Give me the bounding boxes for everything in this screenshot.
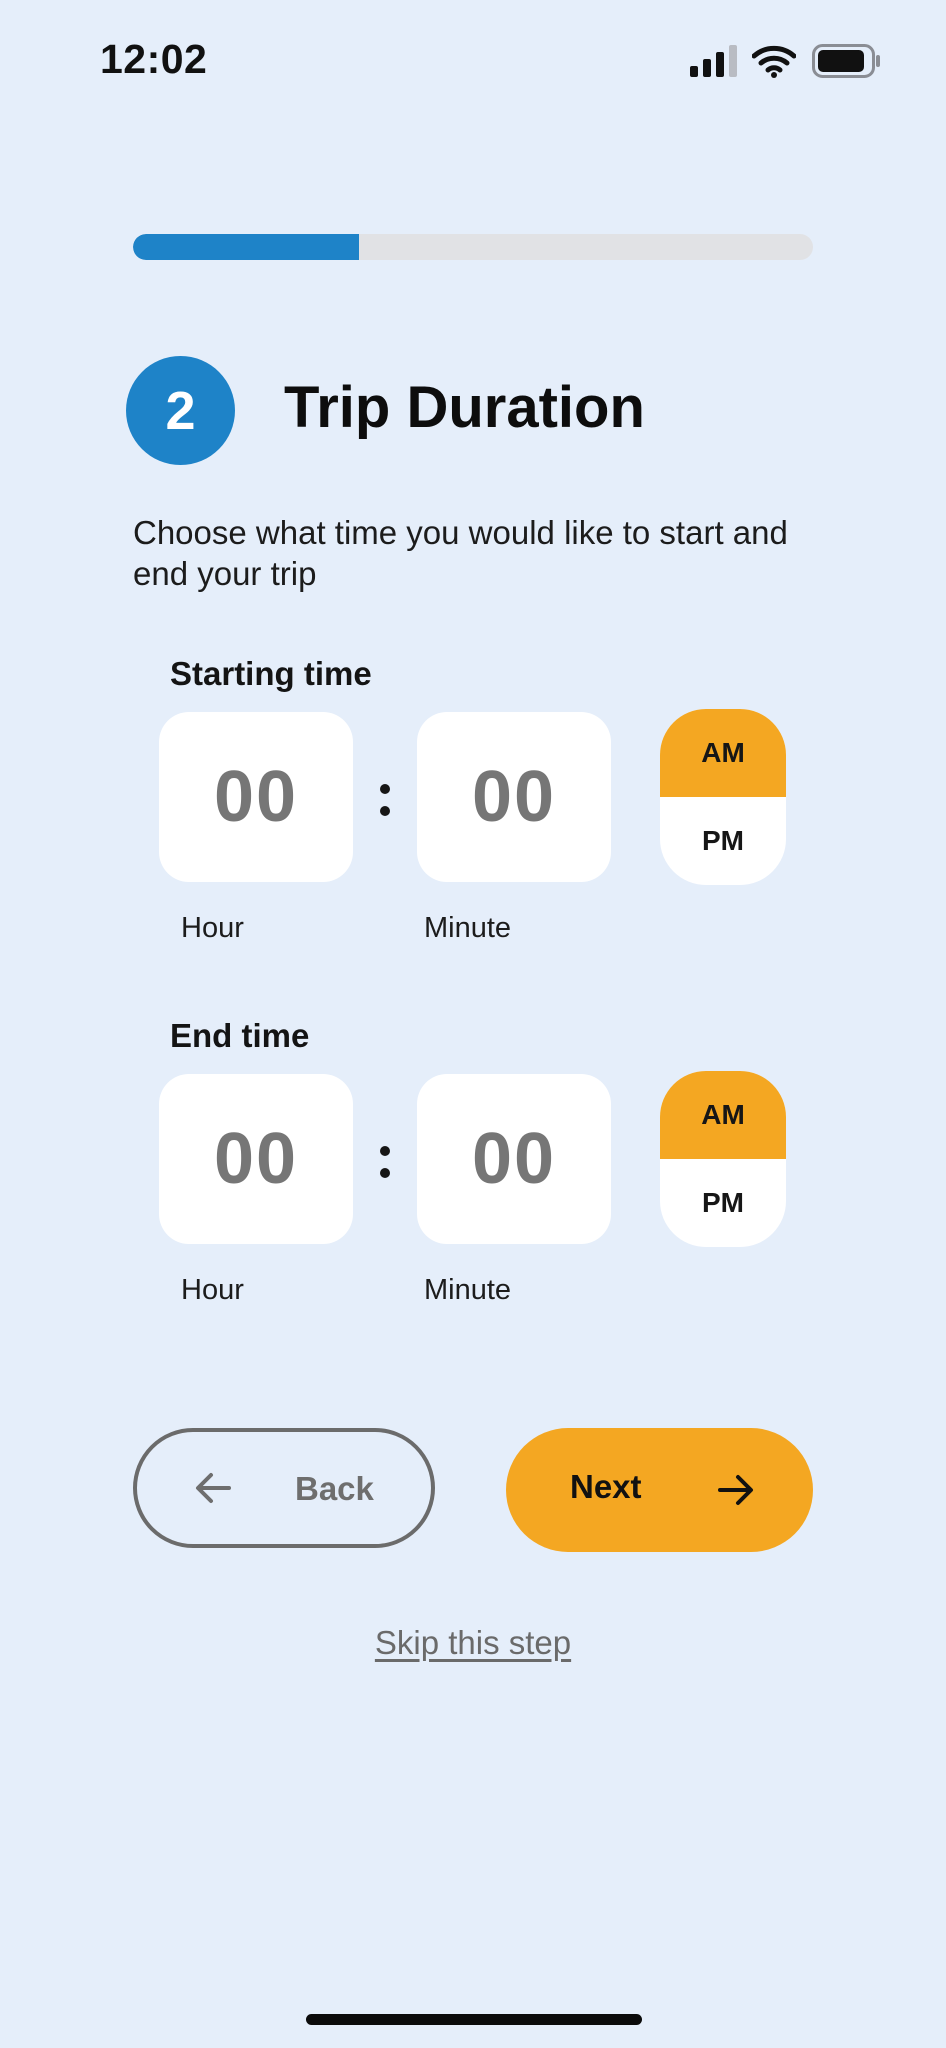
progress-bar-fill: [133, 234, 360, 260]
status-bar-icons: [690, 44, 882, 78]
step-number-badge: 2: [126, 356, 235, 465]
home-indicator: [306, 2014, 642, 2025]
progress-bar: [133, 234, 813, 260]
end-time-colon: [375, 1142, 395, 1182]
next-button[interactable]: Next: [506, 1428, 813, 1552]
starting-time-label: Starting time: [170, 655, 372, 692]
start-ampm-toggle: AM PM: [660, 709, 786, 885]
end-time-label: End time: [170, 1017, 310, 1054]
end-pm-option[interactable]: PM: [660, 1159, 786, 1247]
next-button-label: Next: [570, 1468, 642, 1505]
page-title: Trip Duration: [284, 375, 645, 440]
end-ampm-toggle: AM PM: [660, 1071, 786, 1247]
end-hour-label: Hour: [181, 1274, 244, 1306]
start-minute-label: Minute: [424, 912, 512, 944]
status-bar-time: 12:02: [100, 36, 208, 82]
end-hour-input[interactable]: 00: [159, 1074, 353, 1244]
arrow-right-icon: [718, 1475, 753, 1505]
signal-icon: [690, 45, 737, 77]
start-time-colon: [375, 780, 395, 820]
battery-icon: [812, 44, 880, 78]
end-minute-label: Minute: [424, 1274, 512, 1306]
start-hour-input[interactable]: 00: [159, 712, 353, 882]
end-am-option[interactable]: AM: [660, 1071, 786, 1159]
skip-step-link[interactable]: Skip this step: [0, 1624, 946, 1662]
arrow-left-icon: [196, 1473, 231, 1503]
wifi-icon: [752, 45, 796, 78]
end-minute-input[interactable]: 00: [417, 1074, 611, 1244]
start-minute-input[interactable]: 00: [417, 712, 611, 882]
back-button[interactable]: Back: [133, 1428, 435, 1548]
start-pm-option[interactable]: PM: [660, 797, 786, 885]
start-hour-label: Hour: [181, 912, 244, 944]
back-button-label: Back: [295, 1470, 374, 1507]
step-description: Choose what time you would like to start…: [133, 514, 788, 592]
start-am-option[interactable]: AM: [660, 709, 786, 797]
